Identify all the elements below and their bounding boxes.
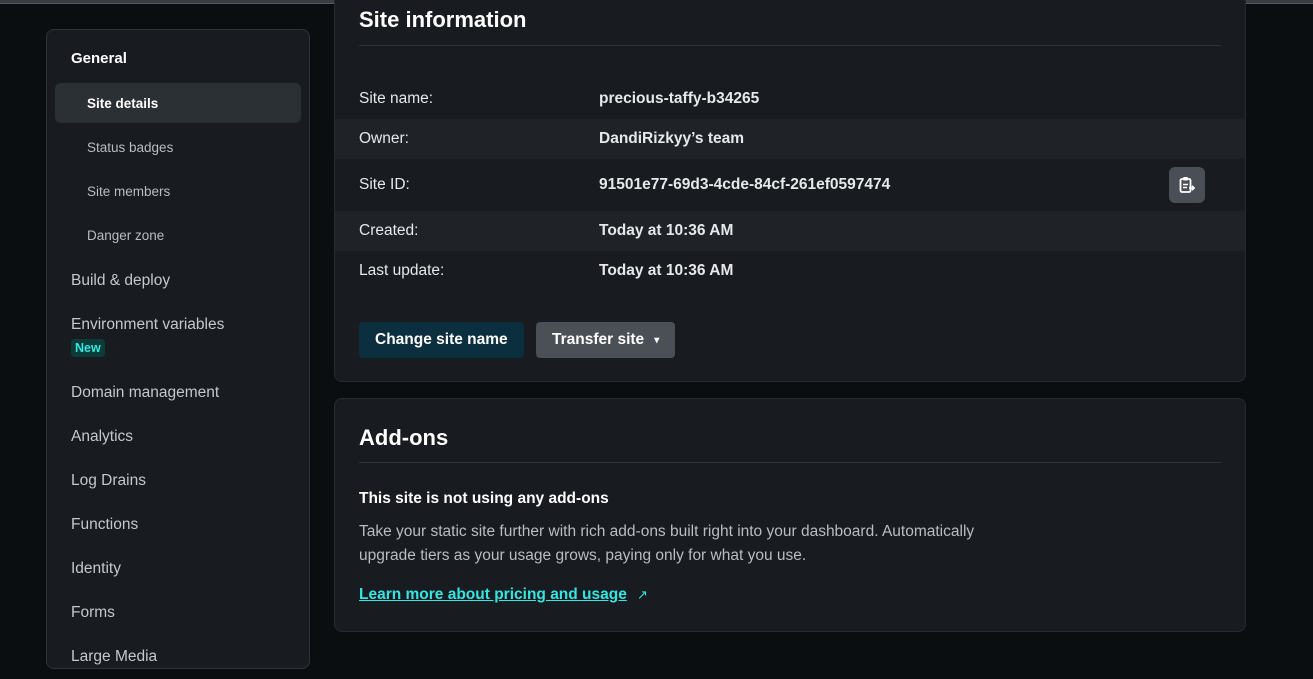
info-row-last-update: Last update: Today at 10:36 AM	[335, 251, 1245, 291]
sidebar-item-danger-zone[interactable]: Danger zone	[55, 215, 301, 255]
sidebar-item-large-media[interactable]: Large Media	[55, 635, 301, 679]
sidebar-item-environment-variables[interactable]: Environment variables New	[55, 303, 301, 371]
sidebar-item-label: Status badges	[87, 139, 174, 155]
change-site-name-button[interactable]: Change site name	[359, 322, 524, 358]
sidebar-item-label: Site members	[87, 183, 171, 199]
sidebar-item-log-drains[interactable]: Log Drains	[55, 459, 301, 503]
site-name-value: precious-taffy-b34265	[599, 90, 760, 107]
sidebar-item-domain-management[interactable]: Domain management	[55, 371, 301, 415]
transfer-site-button[interactable]: Transfer site ▾	[536, 322, 676, 358]
info-row-created: Created: Today at 10:36 AM	[335, 211, 1245, 251]
site-information-title: Site information	[359, 7, 527, 32]
info-row-site-id: Site ID: 91501e77-69d3-4cde-84cf-261ef05…	[335, 159, 1245, 211]
settings-sidebar: General Site details Status badges Site …	[46, 29, 310, 669]
divider	[359, 462, 1221, 463]
info-label: Site name:	[359, 90, 434, 107]
sidebar-item-build-deploy[interactable]: Build & deploy	[55, 259, 301, 303]
clipboard-copy-icon	[1179, 177, 1195, 193]
sidebar-item-status-badges[interactable]: Status badges	[55, 127, 301, 167]
new-badge: New	[71, 339, 105, 357]
addons-empty-heading: This site is not using any add-ons	[359, 490, 609, 507]
sidebar-item-label: Danger zone	[87, 227, 165, 243]
sidebar-item-forms[interactable]: Forms	[55, 591, 301, 635]
sidebar-heading-general[interactable]: General	[55, 48, 301, 83]
info-row-site-name: Site name: precious-taffy-b34265	[335, 79, 1245, 119]
pricing-usage-link[interactable]: Learn more about pricing and usage	[359, 586, 627, 604]
sidebar-item-label: Environment variables	[71, 316, 225, 333]
external-link-icon: ↗	[637, 587, 648, 602]
site-id-value: 91501e77-69d3-4cde-84cf-261ef0597474	[599, 176, 891, 193]
sidebar-item-site-details[interactable]: Site details	[55, 83, 301, 123]
divider	[359, 45, 1221, 46]
info-label: Created:	[359, 222, 419, 239]
sidebar-item-label: Site details	[87, 95, 159, 111]
sidebar-item-functions[interactable]: Functions	[55, 503, 301, 547]
copy-site-id-button[interactable]	[1169, 167, 1205, 203]
info-label: Owner:	[359, 130, 409, 147]
addons-title: Add-ons	[359, 425, 449, 450]
sidebar-item-analytics[interactable]: Analytics	[55, 415, 301, 459]
sidebar-item-identity[interactable]: Identity	[55, 547, 301, 591]
info-label: Site ID:	[359, 176, 410, 193]
transfer-site-label: Transfer site	[552, 331, 645, 348]
addons-description: Take your static site further with rich …	[359, 523, 975, 564]
info-row-owner: Owner: DandiRizkyy’s team	[335, 119, 1245, 159]
info-label: Last update:	[359, 262, 445, 279]
last-update-value: Today at 10:36 AM	[599, 262, 734, 279]
created-value: Today at 10:36 AM	[599, 222, 734, 239]
site-information-card: Site information Site name: precious-taf…	[334, 0, 1246, 382]
sidebar-item-site-members[interactable]: Site members	[55, 171, 301, 211]
addons-card: Add-ons This site is not using any add-o…	[334, 398, 1246, 632]
chevron-down-icon: ▾	[654, 334, 660, 346]
owner-value: DandiRizkyy’s team	[599, 130, 745, 147]
